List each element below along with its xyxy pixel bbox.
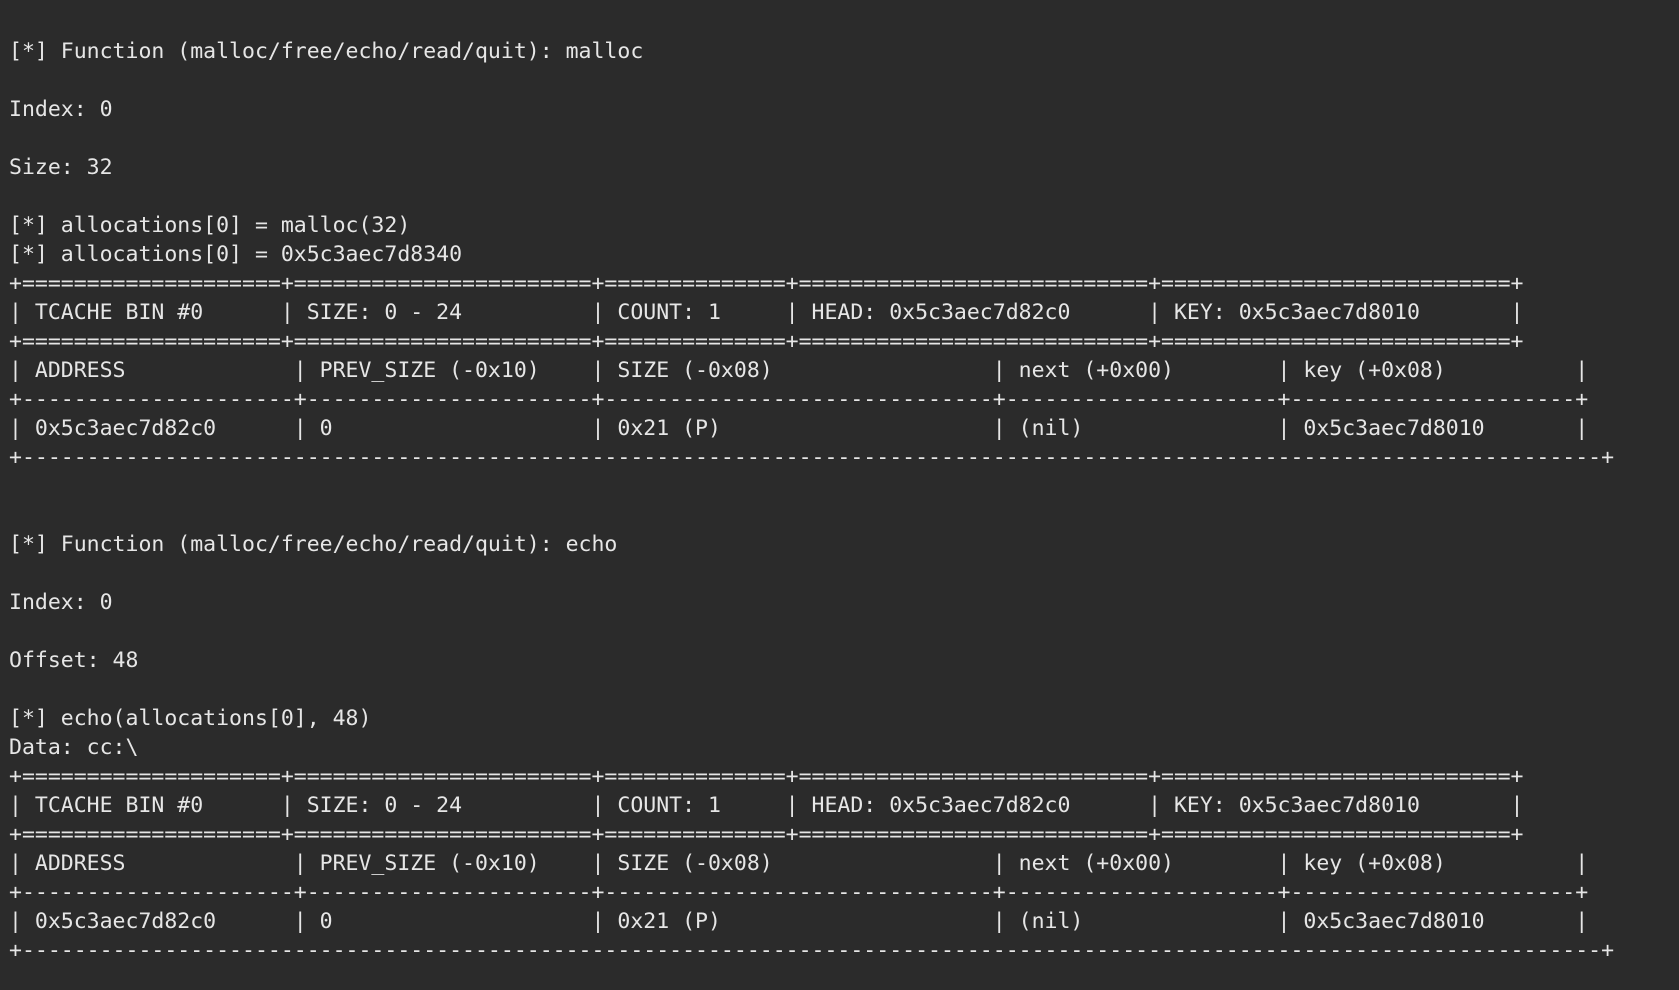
table-row: | 0x5c3aec7d82c0 | 0 | 0x21 (P) | (nil) … — [9, 909, 1589, 934]
table-border-bottom: +---------------------------------------… — [9, 938, 1615, 963]
function-prompt-line: [*] Function (malloc/free/echo/read/quit… — [9, 532, 618, 557]
table-border-cols: +---------------------+-----------------… — [9, 387, 1589, 412]
tcache-table: +====================+==================… — [9, 269, 1679, 472]
malloc-call-line: [*] allocations[0] = malloc(32) — [9, 213, 411, 238]
table-header-row: | TCACHE BIN #0 | SIZE: 0 - 24 | COUNT: … — [9, 793, 1524, 818]
offset-line: Offset: 48 — [9, 648, 139, 673]
size-line: Size: 32 — [9, 155, 113, 180]
table-border-bottom: +---------------------------------------… — [9, 445, 1615, 470]
table-border-mid: +====================+==================… — [9, 822, 1524, 847]
malloc-result-line: [*] allocations[0] = 0x5c3aec7d8340 — [9, 242, 463, 267]
table-border-cols: +---------------------+-----------------… — [9, 880, 1589, 905]
table-column-headers: | ADDRESS | PREV_SIZE (-0x10) | SIZE (-0… — [9, 851, 1589, 876]
index-line: Index: 0 — [9, 590, 113, 615]
terminal-output: [*] Function (malloc/free/echo/read/quit… — [0, 0, 1679, 990]
blank-gap — [9, 472, 1679, 530]
table-border-top: +====================+==================… — [9, 764, 1524, 789]
table-border-top: +====================+==================… — [9, 271, 1524, 296]
table-border-mid: +====================+==================… — [9, 329, 1524, 354]
echo-data-line: Data: cc:\ — [9, 735, 139, 760]
table-header-row: | TCACHE BIN #0 | SIZE: 0 - 24 | COUNT: … — [9, 300, 1524, 325]
tcache-table: +====================+==================… — [9, 762, 1679, 965]
table-row: | 0x5c3aec7d82c0 | 0 | 0x21 (P) | (nil) … — [9, 416, 1589, 441]
table-column-headers: | ADDRESS | PREV_SIZE (-0x10) | SIZE (-0… — [9, 358, 1589, 383]
function-prompt-line: [*] Function (malloc/free/echo/read/quit… — [9, 39, 644, 64]
echo-call-line: [*] echo(allocations[0], 48) — [9, 706, 372, 731]
index-line: Index: 0 — [9, 97, 113, 122]
